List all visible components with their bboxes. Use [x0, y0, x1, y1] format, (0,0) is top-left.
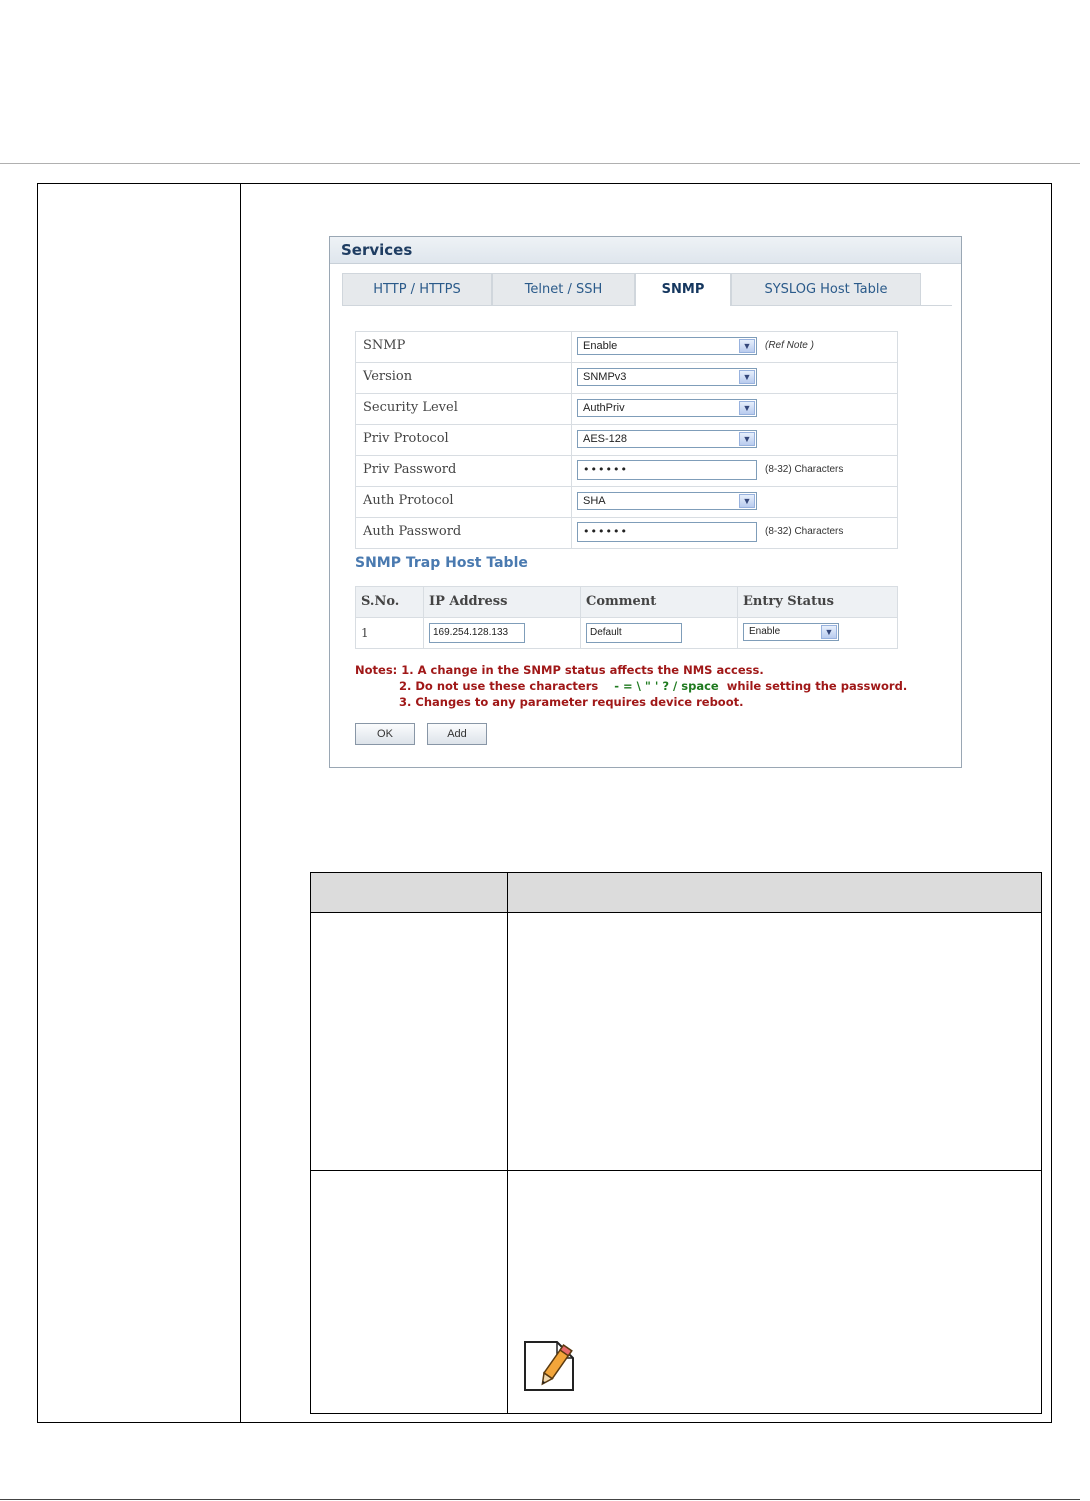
security-level-select[interactable]: AuthPriv ▼ [577, 399, 757, 417]
parameter-description-table [310, 872, 1042, 1414]
services-panel: Services HTTP / HTTPS Telnet / SSH SNMP … [329, 236, 962, 768]
chevron-down-icon: ▼ [739, 401, 755, 415]
table-row: 1 169.254.128.133 Default Enable ▼ [356, 618, 897, 649]
priv-protocol-select-value: AES-128 [583, 433, 628, 445]
note-line-2-end: while setting the password. [726, 679, 908, 693]
form-row-auth-protocol: Auth Protocol SHA ▼ [356, 487, 897, 518]
panel-header: Services [330, 237, 961, 264]
description-table-header [311, 873, 1041, 913]
chevron-down-icon: ▼ [821, 625, 837, 639]
ok-button[interactable]: OK [355, 723, 415, 745]
panel-title: Services [341, 241, 413, 259]
ip-address-input[interactable]: 169.254.128.133 [429, 623, 525, 643]
form-row-priv-password: Priv Password •••••• (8-32) Characters [356, 456, 897, 487]
note-line-2: 2. Do not use these characters - = \ " '… [399, 678, 907, 694]
col-comment-header: Comment [586, 594, 657, 609]
tab-http-https[interactable]: HTTP / HTTPS [342, 273, 492, 305]
snmp-select[interactable]: Enable ▼ [577, 337, 757, 355]
entry-status-select[interactable]: Enable ▼ [743, 623, 839, 641]
snmp-ref-note: (Ref Note ) [765, 340, 814, 351]
snmp-label: SNMP [363, 338, 406, 353]
note-line-3: 3. Changes to any parameter requires dev… [399, 695, 744, 709]
description-table-column-divider [507, 873, 508, 1413]
row-sno: 1 [361, 626, 369, 640]
version-select[interactable]: SNMPv3 ▼ [577, 368, 757, 386]
document-table-divider [240, 183, 241, 1423]
chevron-down-icon: ▼ [739, 494, 755, 508]
snmp-select-value: Enable [583, 340, 618, 352]
tab-syslog-host-table[interactable]: SYSLOG Host Table [731, 273, 921, 305]
priv-protocol-label: Priv Protocol [363, 431, 449, 446]
auth-protocol-select[interactable]: SHA ▼ [577, 492, 757, 510]
note-forbidden-chars: - = \ " ' ? / space [614, 679, 719, 693]
form-row-version: Version SNMPv3 ▼ [356, 363, 897, 394]
col-entry-status-header: Entry Status [743, 594, 834, 609]
priv-password-field[interactable]: •••••• [577, 460, 757, 480]
chevron-down-icon: ▼ [739, 339, 755, 353]
snmp-settings-form: SNMP Enable ▼ (Ref Note ) Version SNMPv3… [355, 331, 898, 549]
auth-protocol-select-value: SHA [583, 495, 606, 507]
tab-snmp[interactable]: SNMP [635, 273, 731, 306]
version-select-value: SNMPv3 [583, 371, 627, 383]
tab-telnet-ssh[interactable]: Telnet / SSH [492, 273, 635, 305]
table-header-row: S.No. IP Address Comment Entry Status [356, 587, 897, 618]
trap-host-table-title: SNMP Trap Host Table [355, 555, 528, 571]
form-row-snmp: SNMP Enable ▼ (Ref Note ) [356, 332, 897, 363]
form-row-priv-protocol: Priv Protocol AES-128 ▼ [356, 425, 897, 456]
col-ip-header: IP Address [429, 594, 508, 609]
security-level-label: Security Level [363, 400, 458, 415]
form-row-security-level: Security Level AuthPriv ▼ [356, 394, 897, 425]
note-line-1: Notes: 1. A change in the SNMP status af… [355, 663, 764, 677]
form-row-auth-password: Auth Password •••••• (8-32) Characters [356, 518, 897, 549]
note-line-2-text: 2. Do not use these characters [399, 679, 599, 693]
chevron-down-icon: ▼ [739, 432, 755, 446]
col-sno-header: S.No. [361, 594, 400, 609]
comment-input[interactable]: Default [586, 623, 682, 643]
entry-status-value: Enable [749, 626, 781, 637]
auth-password-field[interactable]: •••••• [577, 522, 757, 542]
priv-password-label: Priv Password [363, 462, 457, 477]
version-label: Version [363, 369, 413, 384]
tab-bar: HTTP / HTTPS Telnet / SSH SNMP SYSLOG Ho… [342, 273, 952, 306]
auth-password-hint: (8-32) Characters [765, 526, 844, 537]
security-level-select-value: AuthPriv [583, 402, 625, 414]
trap-host-table: S.No. IP Address Comment Entry Status 1 … [355, 586, 898, 649]
chevron-down-icon: ▼ [739, 370, 755, 384]
description-table-row-divider [311, 1170, 1041, 1171]
auth-password-label: Auth Password [363, 524, 462, 539]
priv-protocol-select[interactable]: AES-128 ▼ [577, 430, 757, 448]
priv-password-hint: (8-32) Characters [765, 464, 844, 475]
header-rule [0, 163, 1080, 164]
footer-rule [0, 1499, 1080, 1500]
add-button[interactable]: Add [427, 723, 487, 745]
note-pencil-icon [524, 1341, 574, 1391]
auth-protocol-label: Auth Protocol [363, 493, 454, 508]
